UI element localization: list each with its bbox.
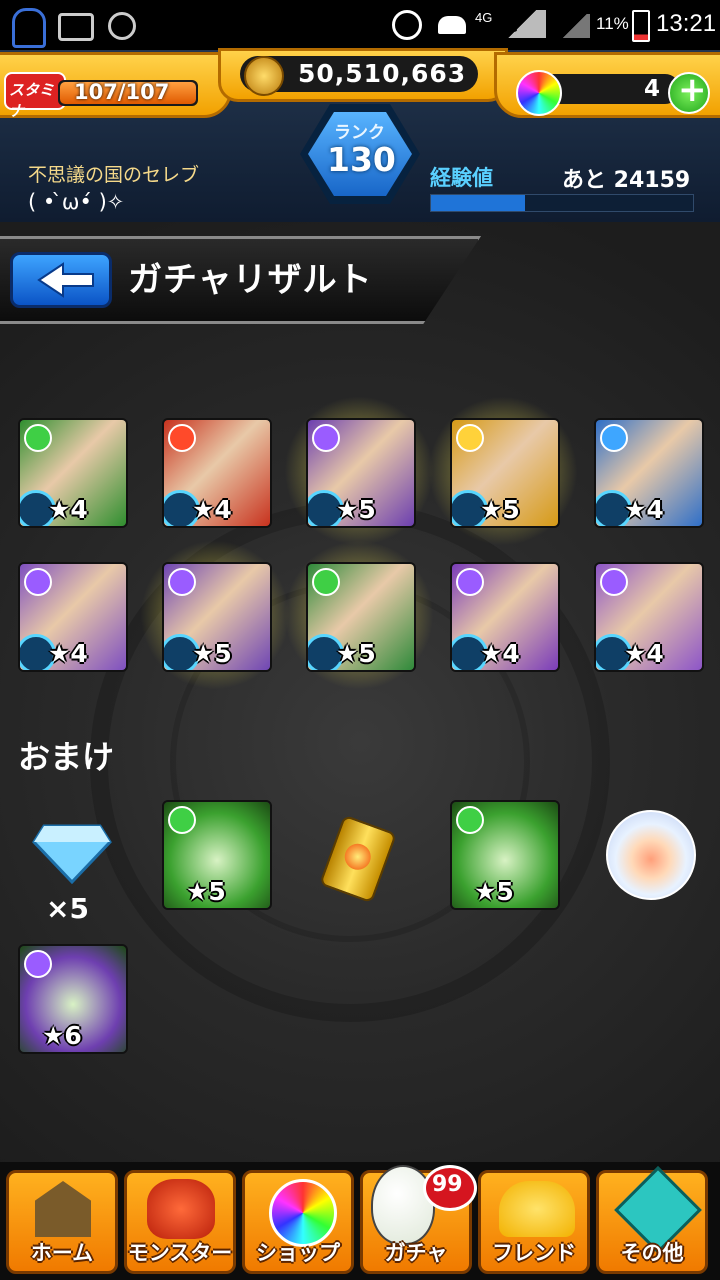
attribute-icon	[24, 950, 52, 978]
nav-home-button[interactable]: ホーム	[6, 1170, 118, 1274]
stamina-value: 107/107	[74, 80, 170, 104]
rarity-stars: ★5	[192, 639, 232, 668]
flame-icon	[341, 840, 375, 874]
exp-bar-fill	[431, 195, 526, 211]
back-arrow-icon	[37, 262, 94, 298]
nav-shop-button[interactable]: ショップ	[242, 1170, 354, 1274]
friend-icon	[499, 1181, 575, 1237]
nav-other-button[interactable]: その他	[596, 1166, 708, 1274]
rarity-stars: ★5	[336, 639, 376, 668]
nav-shop-label: ショップ	[256, 1241, 340, 1265]
network-label: 4G	[475, 10, 493, 25]
player-name: ( • ̀ω•́ )✧	[28, 190, 125, 214]
bonus-label: おまけ	[18, 738, 115, 776]
gacha-result-screen: ガチャリザルト ★4 ★4 ★5 ★5 ★4 ★4 ★5 ★5 ★4 ★4 おまけ ×5 ★5 ★5…	[0, 222, 720, 1162]
alarm-icon	[392, 10, 422, 40]
page-title: ガチャリザルト	[128, 260, 373, 300]
rarity-stars: ★4	[624, 495, 664, 524]
result-card[interactable]: ★4	[162, 418, 272, 528]
rarity-stars: ★4	[192, 495, 232, 524]
result-card[interactable]: ★5	[306, 562, 416, 672]
monster-icon	[147, 1179, 215, 1239]
attribute-icon	[600, 568, 628, 596]
plus-icon: +	[678, 70, 707, 110]
result-card[interactable]: ★5	[162, 562, 272, 672]
nav-friend-label: フレンド	[492, 1241, 576, 1265]
result-card[interactable]: ★5	[306, 418, 416, 528]
attribute-icon	[24, 424, 52, 452]
coin-amount: 50,510,663	[298, 59, 467, 88]
rarity-stars: ★5	[186, 877, 226, 906]
result-card[interactable]: ★4	[450, 562, 560, 672]
result-card[interactable]: ★4	[18, 562, 128, 672]
nav-other-label: その他	[620, 1241, 684, 1265]
rarity-stars: ★4	[624, 639, 664, 668]
exp-remaining: あと 24159	[562, 168, 691, 193]
battery-percent: 11%	[596, 14, 629, 33]
exp-label: 経験値	[430, 166, 493, 190]
bonus-card[interactable]: ★5	[162, 800, 272, 910]
attribute-icon	[312, 424, 340, 452]
rarity-stars: ★5	[474, 877, 514, 906]
weather-icon	[438, 16, 466, 34]
battery-icon	[632, 10, 650, 42]
nav-friend-button[interactable]: フレンド	[478, 1170, 590, 1274]
gacha-count: 99	[432, 1172, 463, 1197]
back-button[interactable]	[10, 252, 112, 308]
attribute-icon	[600, 424, 628, 452]
stamina-label: スタミナ	[9, 81, 55, 120]
gem-count: ×5	[46, 892, 89, 925]
attribute-icon	[168, 424, 196, 452]
chat-icon	[12, 8, 46, 48]
attribute-icon	[168, 806, 196, 834]
rarity-stars: ★5	[336, 495, 376, 524]
rarity-stars: ★4	[480, 639, 520, 668]
bonus-card[interactable]: ★5	[450, 800, 560, 910]
clock: 13:21	[656, 10, 717, 37]
rarity-stars: ★6	[42, 1021, 82, 1050]
bonus-card[interactable]: ★6	[18, 944, 128, 1054]
result-card[interactable]: ★4	[18, 418, 128, 528]
coin-icon	[244, 56, 284, 96]
result-card[interactable]: ★5	[450, 418, 560, 528]
bottom-nav: ホーム モンスター ショップ 99 ガチャ フレンド その他	[0, 1162, 720, 1280]
home-icon	[35, 1181, 91, 1237]
rarity-stars: ★4	[48, 639, 88, 668]
player-title: 不思議の国のセレブ	[28, 164, 200, 186]
add-orb-button[interactable]: +	[668, 70, 710, 114]
signal-icon-2	[560, 14, 590, 38]
attribute-icon	[168, 568, 196, 596]
rainbow-orb-icon[interactable]	[606, 810, 696, 900]
smiley-icon	[108, 12, 136, 40]
rank-value: 130	[327, 140, 396, 179]
rarity-stars: ★5	[480, 495, 520, 524]
result-card[interactable]: ★4	[594, 562, 704, 672]
nav-monster-label: モンスター	[127, 1241, 233, 1265]
attribute-icon	[456, 806, 484, 834]
attribute-icon	[456, 424, 484, 452]
exp-bar	[430, 194, 694, 212]
screenshot-icon	[58, 13, 94, 41]
stamina-badge: スタミナ	[4, 72, 66, 120]
rarity-stars: ★4	[48, 495, 88, 524]
attribute-icon	[456, 568, 484, 596]
result-card[interactable]: ★4	[594, 418, 704, 528]
orb-icon	[516, 70, 562, 116]
nav-gacha-button[interactable]: 99 ガチャ	[360, 1165, 477, 1274]
nav-gacha-label: ガチャ	[384, 1241, 448, 1265]
attribute-icon	[312, 568, 340, 596]
attribute-icon	[24, 568, 52, 596]
gem-icon	[32, 824, 112, 884]
nav-monster-button[interactable]: モンスター	[124, 1170, 236, 1274]
player-header: スタミナ 107/107 50,510,663 4 + ランク 130 不思議の…	[0, 48, 720, 222]
status-bar: 4G 4G 11% 13:21	[0, 0, 720, 50]
gacha-count-badge: 99	[423, 1165, 477, 1211]
nav-home-label: ホーム	[30, 1241, 94, 1265]
stamina-bar: 107/107	[58, 80, 198, 106]
orb-count: 4	[644, 76, 661, 102]
network-label-2: 4G	[503, 23, 518, 35]
